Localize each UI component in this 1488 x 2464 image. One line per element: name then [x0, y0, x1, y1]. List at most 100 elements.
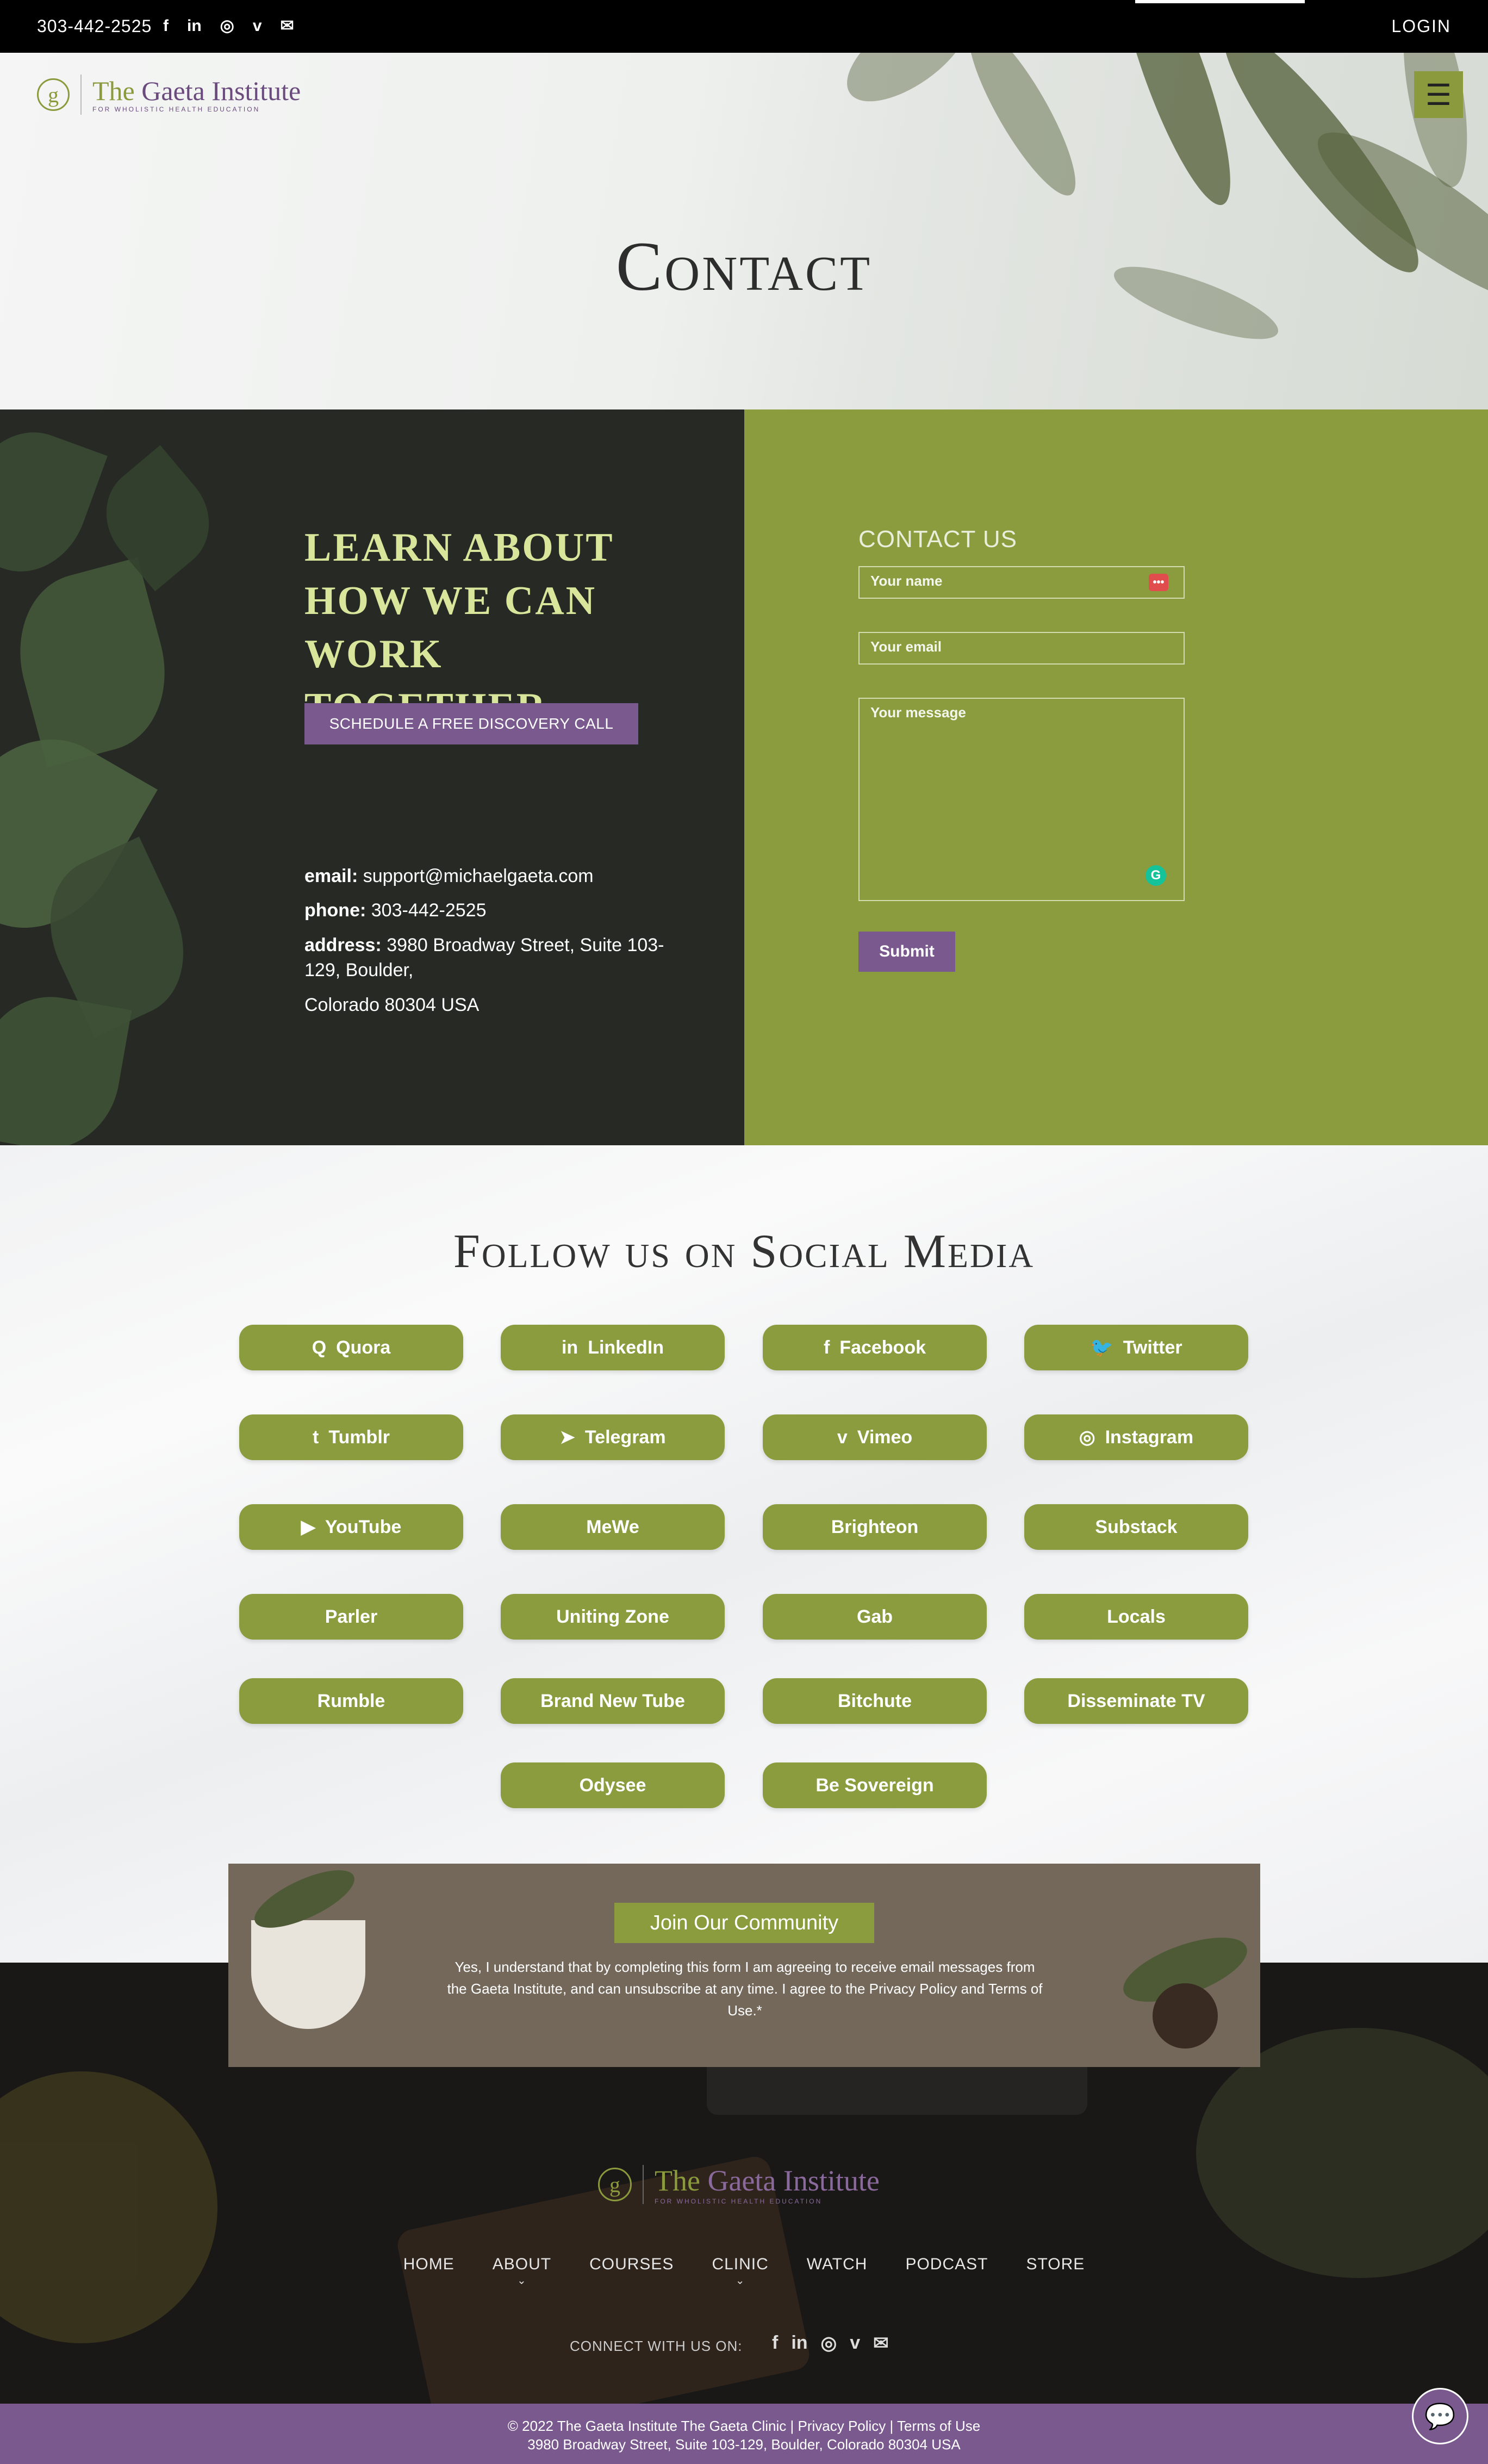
chat-icon[interactable]: 💬 [1412, 2388, 1468, 2444]
social-button-bitchute[interactable]: Bitchute [763, 1678, 987, 1724]
phone-link[interactable]: 303-442-2525 [371, 900, 487, 921]
copyright-bar: © 2022 The Gaeta Institute The Gaeta Cli… [0, 2404, 1488, 2464]
social-button-label: Vimeo [857, 1426, 913, 1448]
social-button-mewe[interactable]: MeWe [501, 1504, 725, 1550]
tumblr-icon: t [312, 1426, 319, 1448]
message-placeholder: Your message [870, 704, 966, 721]
social-button-label: Substack [1095, 1516, 1178, 1537]
leaf-decoration [0, 985, 132, 1145]
social-button-tumblr[interactable]: t Tumblr [239, 1414, 463, 1460]
footer-nav-label: CLINIC [712, 2255, 769, 2273]
social-button-substack[interactable]: Substack [1024, 1504, 1248, 1550]
footer-nav-podcast[interactable]: PODCAST [905, 2255, 988, 2274]
footer-nav: HOME ABOUT ⌄ COURSES CLINIC ⌄ WATCH PODCAST STOR… [0, 2255, 1488, 2287]
social-button-brighteon[interactable]: Brighteon [763, 1504, 987, 1550]
grammarly-icon[interactable]: G [1145, 865, 1166, 886]
social-button-label: YouTube [325, 1516, 402, 1537]
mail-icon[interactable]: ✉ [281, 14, 294, 38]
promo-heading: LEARN ABOUT HOW WE CAN WORK TOGETHER [304, 525, 614, 730]
footer-nav-home[interactable]: HOME [403, 2255, 455, 2274]
footer-logo-tagline: FOR WHOLISTIC HEALTH EDUCATION [655, 2198, 823, 2205]
social-button-parler[interactable]: Parler [239, 1594, 463, 1640]
footer-nav-watch[interactable]: WATCH [807, 2255, 868, 2274]
social-button-be-sovereign[interactable]: Be Sovereign [763, 1762, 987, 1808]
message-textarea[interactable]: Your message G [858, 698, 1185, 901]
contact-address-line2: Colorado 80304 USA [304, 995, 480, 1015]
logo-divider [80, 75, 82, 115]
instagram-icon[interactable]: ◎ [220, 14, 234, 38]
top-phone[interactable]: 303-442-2525 [37, 16, 152, 36]
flowers-decoration [0, 2071, 217, 2343]
social-button-label: Odysee [579, 1774, 646, 1796]
footer-nav-label: PODCAST [905, 2255, 988, 2273]
email-placeholder: Your email [870, 638, 942, 655]
logo-mark: g [37, 78, 70, 111]
social-heading: Follow us on Social Media [453, 1225, 1035, 1278]
email-link[interactable]: support@michaelgaeta.com [363, 866, 594, 886]
footer-logo-mark: g [598, 2168, 632, 2201]
hamburger-menu-icon[interactable]: ☰ [1414, 71, 1463, 118]
social-button-odysee[interactable]: Odysee [501, 1762, 725, 1808]
join-community-button[interactable]: Join Our Community [614, 1903, 874, 1943]
social-button-label: Disseminate TV [1067, 1690, 1205, 1711]
footer-nav-about[interactable]: ABOUT ⌄ [492, 2255, 552, 2287]
password-manager-icon[interactable]: ••• [1149, 574, 1168, 591]
social-button-rumble[interactable]: Rumble [239, 1678, 463, 1724]
social-button-telegram[interactable]: ➤ Telegram [501, 1414, 725, 1460]
hero: g The Gaeta Institute FOR WHOLISTIC HEAL… [0, 53, 1488, 409]
vimeo-icon: v [837, 1426, 848, 1448]
mortar-bowl-image [251, 1920, 365, 2029]
social-button-disseminate-tv[interactable]: Disseminate TV [1024, 1678, 1248, 1724]
social-button-label: Brighteon [831, 1516, 919, 1537]
vimeo-icon[interactable]: v [850, 2332, 860, 2354]
submit-button[interactable]: Submit [858, 932, 955, 972]
facebook-icon[interactable]: f [772, 2332, 778, 2354]
connect-label: CONNECT WITH US ON: [570, 2338, 743, 2354]
footer-nav-store[interactable]: STORE [1026, 2255, 1085, 2274]
social-button-gab[interactable]: Gab [763, 1594, 987, 1640]
contact-phone: phone: 303-442-2525 [304, 900, 487, 921]
social-button-linkedin[interactable]: in LinkedIn [501, 1325, 725, 1370]
site-logo[interactable]: g The Gaeta Institute FOR WHOLISTIC HEAL… [37, 75, 301, 115]
footer-logo-name: The Gaeta Institute [655, 2164, 880, 2197]
footer-logo[interactable]: g The Gaeta Institute FOR WHOLISTIC HEAL… [598, 2164, 880, 2205]
promo-panel: LEARN ABOUT HOW WE CAN WORK TOGETHER SCH… [0, 409, 744, 1145]
leaf-decoration [0, 415, 108, 589]
logo-tagline: FOR WHOLISTIC HEALTH EDUCATION [92, 105, 260, 113]
footer-nav-label: STORE [1026, 2255, 1085, 2273]
footer-nav-courses[interactable]: COURSES [589, 2255, 674, 2274]
fern-leaf-decoration [1098, 53, 1251, 215]
linkedin-icon[interactable]: in [187, 14, 202, 38]
vimeo-icon[interactable]: v [253, 14, 262, 38]
social-button-uniting-zone[interactable]: Uniting Zone [501, 1594, 725, 1640]
footer-nav-clinic[interactable]: CLINIC ⌄ [712, 2255, 769, 2287]
social-button-label: Telegram [584, 1426, 666, 1448]
instagram-icon[interactable]: ◎ [821, 2332, 837, 2354]
social-button-locals[interactable]: Locals [1024, 1594, 1248, 1640]
quora-icon: Q [312, 1337, 327, 1358]
top-social-icons: f in ◎ v ✉ [163, 14, 294, 38]
copyright-line: © 2022 The Gaeta Institute The Gaeta Cli… [507, 2418, 981, 2434]
footer-nav-label: ABOUT [492, 2255, 552, 2273]
social-button-quora[interactable]: Q Quora [239, 1325, 463, 1370]
footer-social-icons: f in ◎ v ✉ [772, 2332, 889, 2354]
contact-form-title: CONTACT US [858, 526, 1017, 553]
social-button-vimeo[interactable]: v Vimeo [763, 1414, 987, 1460]
social-button-label: Twitter [1123, 1337, 1182, 1358]
social-button-twitter[interactable]: 🐦 Twitter [1024, 1325, 1248, 1370]
linkedin-icon[interactable]: in [791, 2332, 807, 2354]
schedule-call-button[interactable]: SCHEDULE A FREE DISCOVERY CALL [304, 703, 638, 744]
email-input[interactable]: Your email [858, 632, 1185, 665]
page-title: Contact [615, 228, 873, 305]
social-button-brand-new-tube[interactable]: Brand New Tube [501, 1678, 725, 1724]
facebook-icon[interactable]: f [163, 14, 169, 38]
login-link[interactable]: LOGIN [1391, 16, 1451, 36]
name-input[interactable]: Your name ••• [858, 566, 1185, 599]
social-button-label: Rumble [317, 1690, 385, 1711]
mail-icon[interactable]: ✉ [873, 2332, 889, 2354]
social-button-instagram[interactable]: ◎ Instagram [1024, 1414, 1248, 1460]
social-button-label: Uniting Zone [556, 1606, 669, 1627]
social-button-facebook[interactable]: f Facebook [763, 1325, 987, 1370]
top-bar: 303-442-2525 f in ◎ v ✉ LOGIN [0, 0, 1488, 53]
social-button-youtube[interactable]: ▶ YouTube [239, 1504, 463, 1550]
